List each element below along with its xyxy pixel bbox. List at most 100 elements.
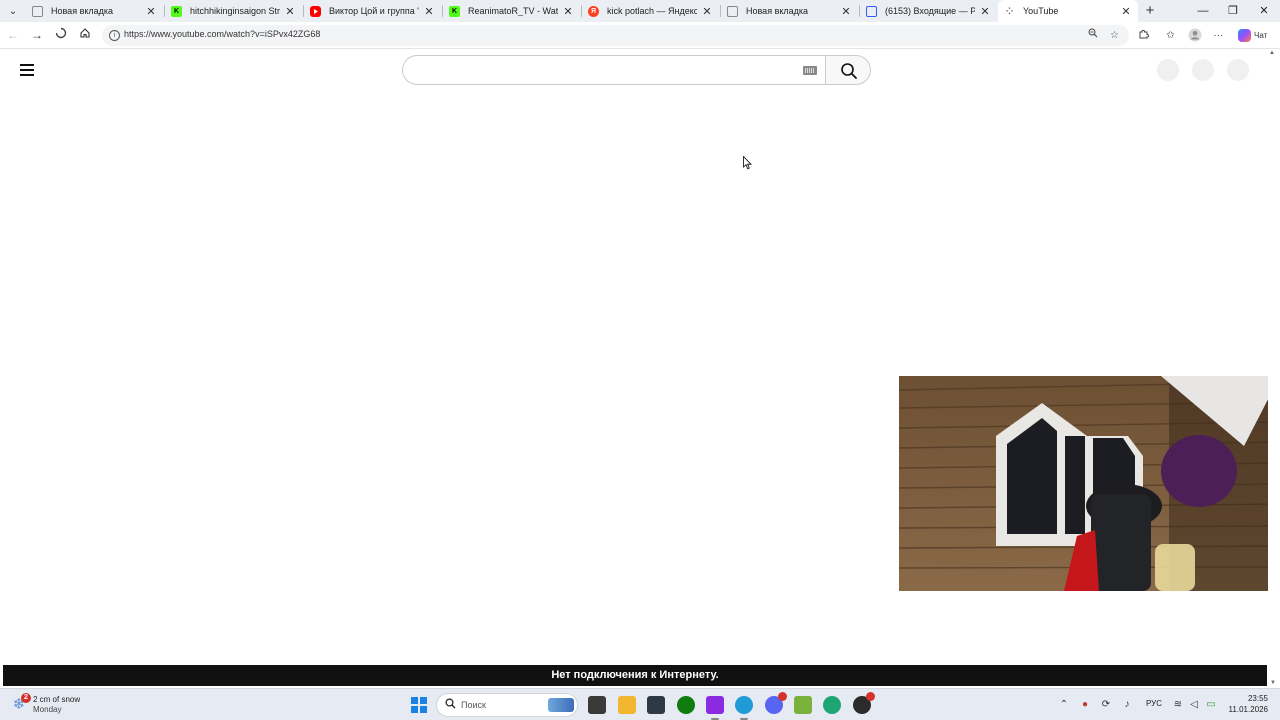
close-icon[interactable]: ✕ [145,5,157,18]
green-app-icon[interactable] [823,696,841,714]
home-button[interactable] [76,26,94,44]
game-launcher-icon[interactable] [794,696,812,714]
close-icon[interactable]: ✕ [562,5,574,18]
scroll-down-arrow-icon[interactable]: ▼ [1270,680,1276,686]
input-language[interactable]: РУС [1146,699,1162,708]
tab-title: Новая вкладка [746,6,809,16]
home-icon [80,28,90,38]
stop-loading-button[interactable] [52,26,70,44]
offline-banner: Нет подключения к Интернету. [3,665,1267,686]
kick-icon: K [171,5,182,17]
chevron-up-icon[interactable]: ⌃ [1057,698,1071,712]
task-view-icon[interactable] [588,696,606,714]
taskbar-search-placeholder: Поиск [461,700,486,710]
back-button[interactable]: ← [4,26,22,44]
notification-badge [778,692,787,701]
wifi-icon[interactable]: ≋ [1171,698,1185,712]
notification-badge [866,692,875,701]
profile-avatar-icon[interactable] [1187,28,1202,43]
tab-hitchhiking[interactable]: K hitchhikinginsaigon Stream ✕ [165,0,302,22]
scroll-up-arrow-icon[interactable]: ▲ [1269,50,1277,58]
info-icon[interactable]: i [109,30,120,41]
new-tab-button[interactable]: + [1142,2,1158,20]
sync-icon[interactable]: ⟳ [1099,698,1113,712]
system-clock[interactable]: 23:55 11.01.2026 [1226,693,1268,715]
weather-day: Monday [33,705,62,714]
copilot-chat-button[interactable]: Чат [1238,26,1267,44]
cloud-error-icon[interactable]: ● [1078,698,1092,712]
weather-badge: 2 [21,693,31,703]
settings-more-icon[interactable]: ··· [1211,28,1226,43]
page-scrollbar[interactable]: ▼ [1268,50,1280,686]
forward-button[interactable]: → [28,26,46,44]
youtube-search-box[interactable] [402,55,825,85]
placeholder-icon[interactable] [1157,59,1179,81]
screen-recorder-icon[interactable] [706,696,724,720]
minimize-button[interactable]: — [1188,1,1218,21]
weather-temp: 2 cm of snow [33,695,81,704]
hamburger-menu-icon[interactable] [20,62,38,78]
loading-icon: ⁘ [1005,5,1014,16]
favorite-star-icon[interactable]: ☆ [1107,28,1122,43]
tab-new-tab-1[interactable]: Новая вкладка ✕ [26,0,163,22]
close-icon[interactable]: ✕ [701,5,713,18]
windows-taskbar: ❄ 2 2 cm of snow Monday Поиск ⌃ ● ⟳ ♪ РУ… [0,688,1280,720]
placeholder-icon[interactable] [1192,59,1214,81]
zoom-icon[interactable] [1085,28,1100,43]
browser-toolbar: ← → i https://www.youtube.com/watch?v=iS… [0,22,1280,49]
tab-strip: ⌄ Новая вкладка ✕ K hitchhikinginsaigon … [0,0,1280,22]
tab-yandex[interactable]: Я kick potlach — Яндекс: наш ✕ [582,0,719,22]
battery-icon[interactable]: ▭ [1204,698,1218,712]
kick-icon: K [449,5,460,17]
xbox-icon[interactable] [677,696,695,714]
placeholder-icon[interactable] [1227,59,1249,81]
tab-title: (6153) Входящие — Рамбл [885,6,975,16]
favorites-icon[interactable]: ✩ [1163,28,1178,43]
file-explorer-icon[interactable] [618,696,636,714]
microphone-icon[interactable]: ♪ [1120,698,1134,712]
weather-widget[interactable]: ❄ 2 2 cm of snow Monday [10,692,80,718]
mouse-cursor-icon [743,156,752,170]
tab-reanimator[interactable]: K ReanimatoR_TV - Watch the ✕ [443,0,580,22]
restore-button[interactable]: ❐ [1218,1,1248,21]
tab-tsoi[interactable]: Виктор Цой и группа "Кин ✕ [304,0,441,22]
close-window-button[interactable]: ✕ [1249,1,1279,21]
terminal-icon[interactable] [647,696,665,714]
snow-icon: ❄ 2 [10,693,31,714]
close-icon[interactable]: ✕ [979,5,991,18]
edge-icon[interactable] [735,696,753,720]
tab-title: kick potlach — Яндекс: наш [607,6,697,16]
close-icon[interactable]: ✕ [423,5,435,18]
extensions-icon[interactable] [1136,28,1151,43]
youtube-icon [310,5,321,17]
start-button[interactable] [411,697,427,713]
blank-page-icon [727,5,738,17]
discord-icon[interactable] [765,692,787,714]
search-icon [841,63,857,79]
search-highlight-icon [548,698,574,712]
tab-title: ReanimatoR_TV - Watch the [468,6,558,16]
tab-rambler-mail[interactable]: (6153) Входящие — Рамбл ✕ [860,0,997,22]
address-bar[interactable]: i https://www.youtube.com/watch?v=iSPvx4… [102,25,1129,46]
tab-title: Новая вкладка [51,6,114,16]
clock-date: 11.01.2026 [1228,705,1268,714]
volume-icon[interactable]: ◁ [1187,698,1201,712]
taskbar-search[interactable]: Поиск [436,693,578,717]
youtube-search-input[interactable] [417,60,787,80]
tab-title: YouTube [1023,6,1059,16]
keyboard-icon[interactable] [803,66,817,75]
close-icon[interactable]: ✕ [1120,5,1132,18]
close-icon[interactable]: ✕ [284,5,296,18]
mail-icon [866,5,877,17]
youtube-search-button[interactable] [825,55,871,85]
url-text[interactable]: https://www.youtube.com/watch?v=iSPvx42Z… [124,29,320,39]
tab-title: Виктор Цой и группа "Кин [329,6,419,16]
obs-icon[interactable] [853,692,875,714]
close-icon[interactable]: ✕ [840,5,852,18]
tab-list-button[interactable]: ⌄ [4,2,22,20]
tab-new-tab-2[interactable]: Новая вкладка ✕ [721,0,858,22]
loading-spinner-icon [55,27,67,39]
tab-youtube-active[interactable]: ⁘ YouTube ✕ [998,0,1138,22]
tab-title: hitchhikinginsaigon Stream [190,6,280,16]
webcam-image [899,376,1280,591]
